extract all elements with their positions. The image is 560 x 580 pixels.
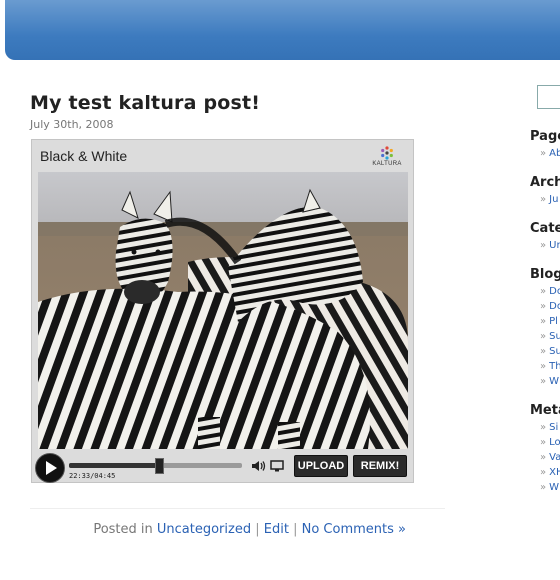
post-title[interactable]: My test kaltura post! bbox=[30, 92, 445, 114]
sidebar-link[interactable]: » Pl bbox=[540, 316, 558, 327]
sidebar-link[interactable]: » Lo bbox=[540, 437, 560, 448]
remix-button[interactable]: REMIX! bbox=[353, 455, 407, 477]
sidebar-section-title: Meta bbox=[530, 403, 560, 418]
player-controls: 22:33/04:45 UPLOAD REMIX! bbox=[32, 451, 413, 483]
sidebar-link[interactable]: » Va bbox=[540, 452, 560, 463]
play-icon[interactable] bbox=[35, 453, 65, 483]
sidebar-link-label: Ju bbox=[549, 194, 559, 205]
bullet-icon: » bbox=[540, 301, 547, 312]
sidebar-link[interactable]: » Th bbox=[540, 361, 560, 372]
sidebar-link[interactable]: » W bbox=[540, 482, 559, 493]
sidebar-link-label: XH bbox=[549, 467, 560, 478]
sidebar-link[interactable]: » Su bbox=[540, 331, 560, 342]
bullet-icon: » bbox=[540, 452, 547, 463]
volume-icon[interactable] bbox=[251, 460, 267, 472]
bullet-icon: » bbox=[540, 361, 547, 372]
bullet-icon: » bbox=[540, 482, 547, 493]
post-meta: Posted in Uncategorized | Edit | No Comm… bbox=[30, 522, 406, 537]
comments-link[interactable]: No Comments » bbox=[302, 522, 406, 537]
sidebar-link-label: W bbox=[549, 482, 560, 493]
bullet-icon: » bbox=[540, 467, 547, 478]
sidebar-link-label: Lo bbox=[549, 437, 560, 448]
sidebar-link[interactable]: » Ab bbox=[540, 148, 560, 159]
sidebar-link[interactable]: » Su bbox=[540, 346, 560, 357]
sidebar-link-label: Su bbox=[549, 346, 560, 357]
sidebar-link-label: Do bbox=[549, 301, 560, 312]
sidebar-section-title: Blog bbox=[530, 267, 560, 282]
sidebar-section-title: Arch bbox=[530, 175, 560, 190]
bullet-icon: » bbox=[540, 148, 547, 159]
sidebar-link[interactable]: » Do bbox=[540, 301, 560, 312]
meta-separator: | bbox=[293, 522, 298, 537]
sidebar-link-label: Ab bbox=[549, 148, 560, 159]
sidebar-link[interactable]: » Si bbox=[540, 422, 558, 433]
sidebar-link-label: Pl bbox=[549, 316, 558, 327]
bullet-icon: » bbox=[540, 376, 547, 387]
sidebar-section-title: Page bbox=[530, 129, 560, 144]
kaltura-logo-icon bbox=[381, 146, 393, 160]
bullet-icon: » bbox=[540, 286, 547, 297]
sidebar-link[interactable]: » Ju bbox=[540, 194, 558, 205]
sidebar-link[interactable]: » XH bbox=[540, 467, 560, 478]
post-date: July 30th, 2008 bbox=[30, 118, 114, 131]
bullet-icon: » bbox=[540, 422, 547, 433]
progress-fill bbox=[69, 463, 159, 468]
header-banner bbox=[5, 0, 560, 60]
kaltura-logo-text: KALTURA bbox=[372, 161, 402, 167]
bullet-icon: » bbox=[540, 346, 547, 357]
sidebar-link-label: Do bbox=[549, 286, 560, 297]
zebra-video-image bbox=[38, 172, 408, 449]
video-frame[interactable] bbox=[38, 172, 408, 449]
kaltura-logo[interactable]: KALTURA bbox=[369, 146, 405, 167]
meta-separator: | bbox=[255, 522, 260, 537]
sidebar-link-label: Va bbox=[549, 452, 560, 463]
sidebar-link[interactable]: » Ur bbox=[540, 240, 560, 251]
timecode: 22:33/04:45 bbox=[69, 472, 116, 480]
sidebar-link[interactable]: » Do bbox=[540, 286, 560, 297]
bullet-icon: » bbox=[540, 194, 547, 205]
sidebar-link-label: Ur bbox=[549, 240, 560, 251]
sidebar-link-label: Si bbox=[549, 422, 559, 433]
player-title: Black & White bbox=[40, 148, 128, 164]
upload-button[interactable]: UPLOAD bbox=[294, 455, 348, 477]
fullscreen-icon[interactable] bbox=[270, 460, 284, 472]
post: My test kaltura post! July 30th, 2008 bbox=[30, 92, 445, 131]
sidebar-section-title: Cate bbox=[530, 221, 560, 236]
progress-bar[interactable] bbox=[69, 458, 242, 474]
bullet-icon: » bbox=[540, 437, 547, 448]
progress-handle[interactable] bbox=[154, 458, 164, 474]
sidebar-link-label: W bbox=[549, 376, 560, 387]
bullet-icon: » bbox=[540, 316, 547, 327]
search-input[interactable] bbox=[537, 85, 560, 109]
kaltura-player: Black & White KALTURA 22:33/04:45 UPLOAD… bbox=[31, 139, 414, 483]
posted-in-label: Posted in bbox=[93, 522, 153, 537]
sidebar-link-label: Su bbox=[549, 331, 560, 342]
edit-link[interactable]: Edit bbox=[264, 522, 289, 537]
category-link[interactable]: Uncategorized bbox=[157, 522, 251, 537]
post-divider bbox=[30, 508, 445, 509]
sidebar-link[interactable]: » W bbox=[540, 376, 559, 387]
sidebar-link-label: Th bbox=[549, 361, 560, 372]
bullet-icon: » bbox=[540, 240, 547, 251]
bullet-icon: » bbox=[540, 331, 547, 342]
